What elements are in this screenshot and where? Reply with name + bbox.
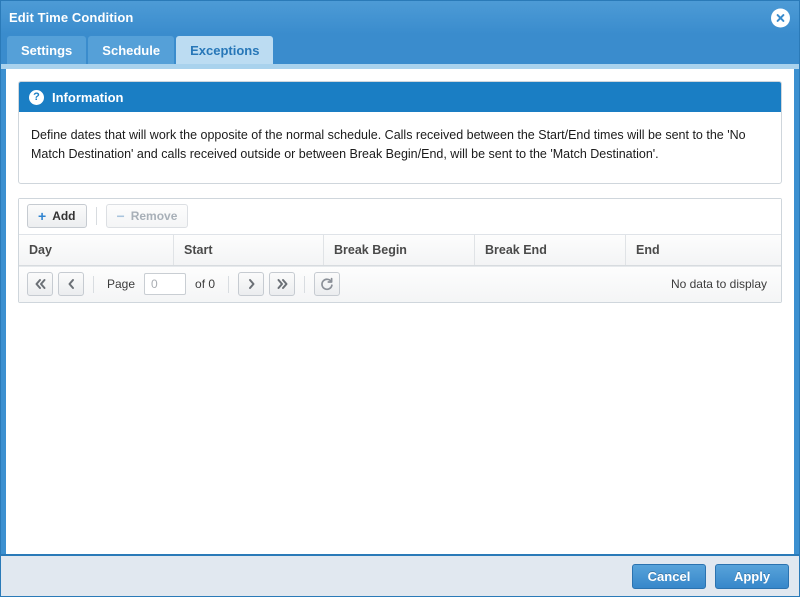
column-header-day[interactable]: Day (19, 234, 174, 265)
first-page-button[interactable] (27, 272, 53, 297)
last-page-button[interactable] (269, 272, 296, 297)
tab-schedule[interactable]: Schedule (88, 36, 175, 64)
pager-separator-2 (228, 275, 230, 293)
next-page-button[interactable] (238, 272, 265, 297)
information-panel: ? Information Define dates that will wor… (18, 81, 782, 184)
add-button[interactable]: + Add (27, 204, 87, 229)
column-header-end-label: End (636, 242, 660, 257)
column-header-break-end-label: Break End (485, 242, 547, 257)
grid-column-headers: Day Start Break Begin Break End End (19, 234, 781, 266)
apply-button-label: Apply (733, 568, 771, 584)
information-text: Define dates that will work the opposite… (31, 128, 746, 162)
grid-status-text: No data to display (670, 277, 767, 292)
pager-separator-3 (304, 275, 306, 293)
cancel-button-label: Cancel (647, 568, 691, 584)
dialog-footer: Cancel Apply (1, 554, 799, 596)
plus-icon: + (38, 208, 47, 225)
tab-settings[interactable]: Settings (7, 36, 87, 64)
column-header-start-label: Start (184, 242, 213, 257)
column-header-break-end[interactable]: Break End (475, 234, 626, 265)
page-number-input[interactable] (144, 273, 187, 296)
column-header-break-begin[interactable]: Break Begin (324, 234, 475, 265)
apply-button[interactable]: Apply (715, 563, 789, 589)
tab-schedule-label: Schedule (102, 42, 161, 58)
exceptions-grid-panel: + Add − Remove Day Start Break Begin Bre… (18, 197, 782, 303)
dialog-title: Edit Time Condition (9, 10, 134, 25)
remove-button-label: Remove (130, 209, 178, 224)
dialog-titlebar: Edit Time Condition (1, 1, 799, 34)
dialog-content: ? Information Define dates that will wor… (6, 69, 794, 554)
page-label: Page (107, 277, 136, 292)
grid-pager: Page of 0 (19, 265, 781, 302)
column-header-end[interactable]: End (626, 235, 781, 265)
information-title: Information (52, 89, 124, 105)
pager-separator-1 (93, 275, 94, 293)
tab-exceptions[interactable]: Exceptions (176, 36, 274, 64)
add-button-label: Add (52, 209, 76, 224)
grid-toolbar: + Add − Remove (19, 198, 781, 235)
information-header: ? Information (19, 82, 781, 112)
column-header-break-begin-label: Break Begin (334, 242, 407, 257)
question-mark-icon: ? (29, 89, 44, 105)
previous-page-button[interactable] (58, 272, 84, 297)
column-header-start[interactable]: Start (174, 234, 324, 265)
edit-time-condition-dialog: Edit Time Condition Settings Schedule Ex… (0, 0, 800, 597)
tab-bar: Settings Schedule Exceptions (1, 34, 799, 64)
column-header-day-label: Day (29, 242, 52, 257)
cancel-button[interactable]: Cancel (632, 563, 706, 589)
remove-button[interactable]: − Remove (105, 204, 189, 229)
refresh-button[interactable] (314, 272, 341, 297)
page-total-label: of 0 (195, 277, 216, 292)
minus-icon: − (116, 208, 125, 225)
tab-exceptions-label: Exceptions (190, 42, 260, 58)
tab-settings-label: Settings (21, 42, 73, 58)
toolbar-separator (95, 207, 97, 226)
close-icon[interactable] (771, 8, 790, 27)
